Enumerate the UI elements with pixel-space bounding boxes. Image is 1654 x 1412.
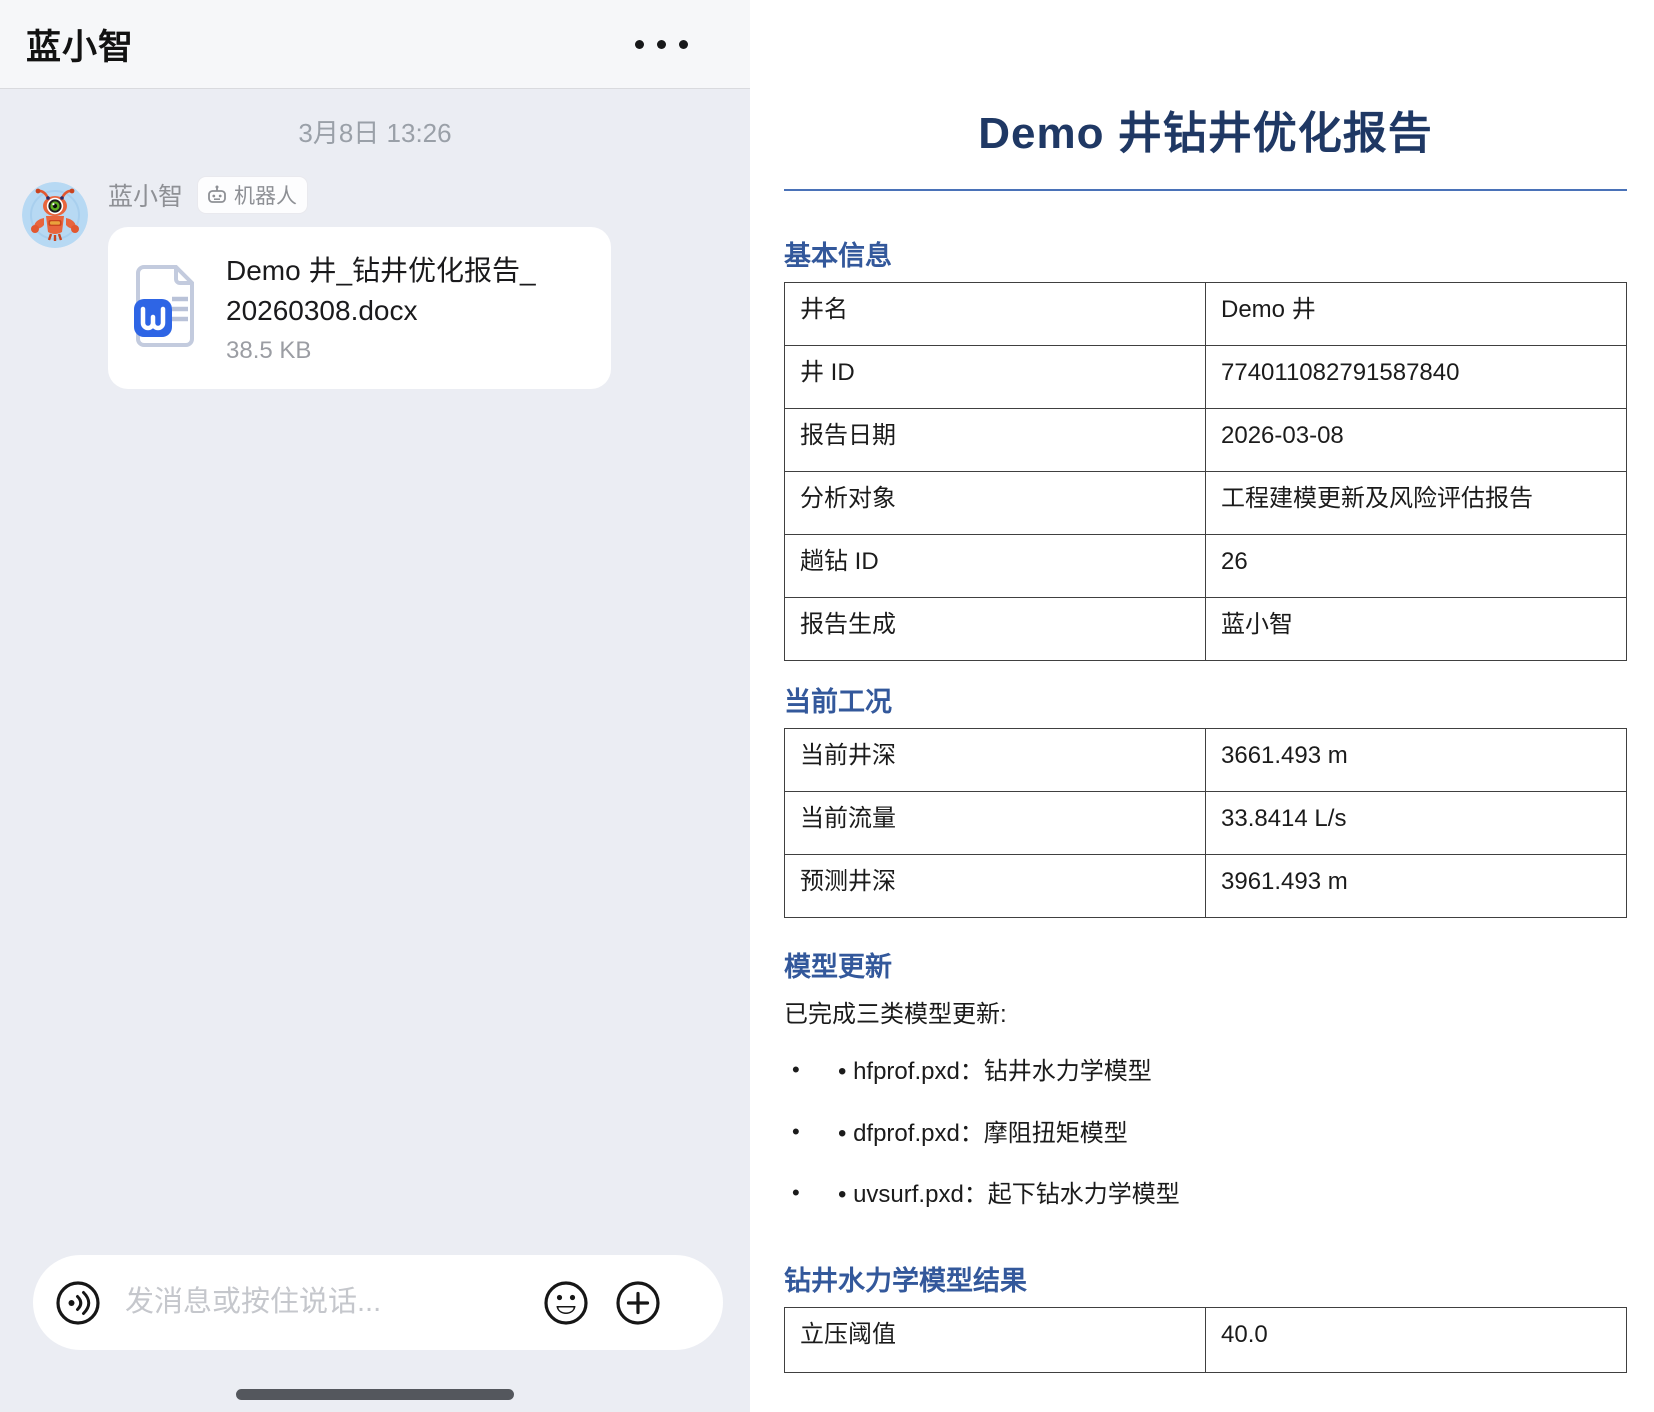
chat-panel: 蓝小智 3月8日 13:26 xyxy=(0,0,750,1412)
section-heading-hydraulics-result: 钻井水力学模型结果 xyxy=(784,1266,1627,1297)
table-row: 当前井深3661.493 m xyxy=(785,729,1627,792)
document-panel: Demo 井钻井优化报告 基本信息 井名Demo 井 井 ID774011082… xyxy=(750,0,1654,1412)
table-row: 井名Demo 井 xyxy=(785,283,1627,346)
file-meta: Demo 井_钻井优化报告_20260308.docx 38.5 KB xyxy=(226,251,544,365)
chat-title: 蓝小智 xyxy=(26,19,134,70)
home-indicator[interactable] xyxy=(236,1389,514,1400)
robot-badge: 机器人 xyxy=(197,176,308,214)
more-menu-icon[interactable] xyxy=(635,30,688,59)
list-item: •• uvsurf.pxd：起下钻水力学模型 xyxy=(784,1179,1627,1210)
bullet-marker: • xyxy=(792,1056,838,1087)
avatar[interactable] xyxy=(22,182,88,248)
model-update-list: •• hfprof.pxd：钻井水力学模型 •• dfprof.pxd：摩阻扭矩… xyxy=(784,1056,1627,1210)
table-row: 报告日期2026-03-08 xyxy=(785,409,1627,472)
sender-row: 蓝小智 机器人 xyxy=(108,176,611,214)
document-title: Demo 井钻井优化报告 xyxy=(784,106,1627,161)
list-item: •• dfprof.pxd：摩阻扭矩模型 xyxy=(784,1118,1627,1149)
plus-circle-icon[interactable] xyxy=(615,1280,661,1326)
robot-icon xyxy=(206,184,228,206)
file-message-card[interactable]: Demo 井_钻井优化报告_20260308.docx 38.5 KB xyxy=(108,227,611,389)
table-row: 预测井深3961.493 m xyxy=(785,855,1627,918)
title-rule xyxy=(784,189,1627,191)
model-update-intro: 已完成三类模型更新: xyxy=(784,999,1627,1030)
chat-message-list: 3月8日 13:26 xyxy=(0,89,750,389)
emoji-icon[interactable] xyxy=(543,1280,589,1326)
app: 蓝小智 3月8日 13:26 xyxy=(0,0,1654,1412)
current-conditions-table: 当前井深3661.493 m 当前流量33.8414 L/s 预测井深3961.… xyxy=(784,728,1627,918)
table-row: 当前流量33.8414 L/s xyxy=(785,792,1627,855)
table-row: 井 ID774011082791587840 xyxy=(785,346,1627,409)
bullet-marker: • xyxy=(792,1179,838,1210)
list-item: •• hfprof.pxd：钻井水力学模型 xyxy=(784,1056,1627,1087)
bullet-marker: • xyxy=(792,1118,838,1149)
table-row: 立压阈值40.0 xyxy=(785,1307,1627,1372)
hydraulics-result-table: 立压阈值40.0 xyxy=(784,1307,1627,1373)
sender-name: 蓝小智 xyxy=(108,177,183,213)
file-name: Demo 井_钻井优化报告_20260308.docx xyxy=(226,251,544,331)
chat-header: 蓝小智 xyxy=(0,0,750,89)
lobster-avatar-icon xyxy=(22,182,88,248)
message-input[interactable] xyxy=(125,1286,543,1319)
input-right-icons xyxy=(543,1280,661,1326)
message-input-bar xyxy=(33,1255,723,1350)
message-content: 蓝小智 机器人 xyxy=(108,176,611,389)
section-heading-current-conditions: 当前工况 xyxy=(784,687,1627,718)
table-row: 报告生成蓝小智 xyxy=(785,598,1627,661)
message-row: 蓝小智 机器人 xyxy=(0,176,750,389)
table-row: 分析对象工程建模更新及风险评估报告 xyxy=(785,472,1627,535)
section-heading-basic-info: 基本信息 xyxy=(784,241,1627,272)
basic-info-table: 井名Demo 井 井 ID774011082791587840 报告日期2026… xyxy=(784,282,1627,661)
robot-badge-label: 机器人 xyxy=(234,180,297,210)
file-size: 38.5 KB xyxy=(226,337,544,365)
section-heading-model-update: 模型更新 xyxy=(784,952,1627,983)
voice-input-icon[interactable] xyxy=(55,1280,101,1326)
date-separator: 3月8日 13:26 xyxy=(0,113,750,150)
word-document-icon xyxy=(134,261,200,356)
table-row: 趟钻 ID26 xyxy=(785,535,1627,598)
